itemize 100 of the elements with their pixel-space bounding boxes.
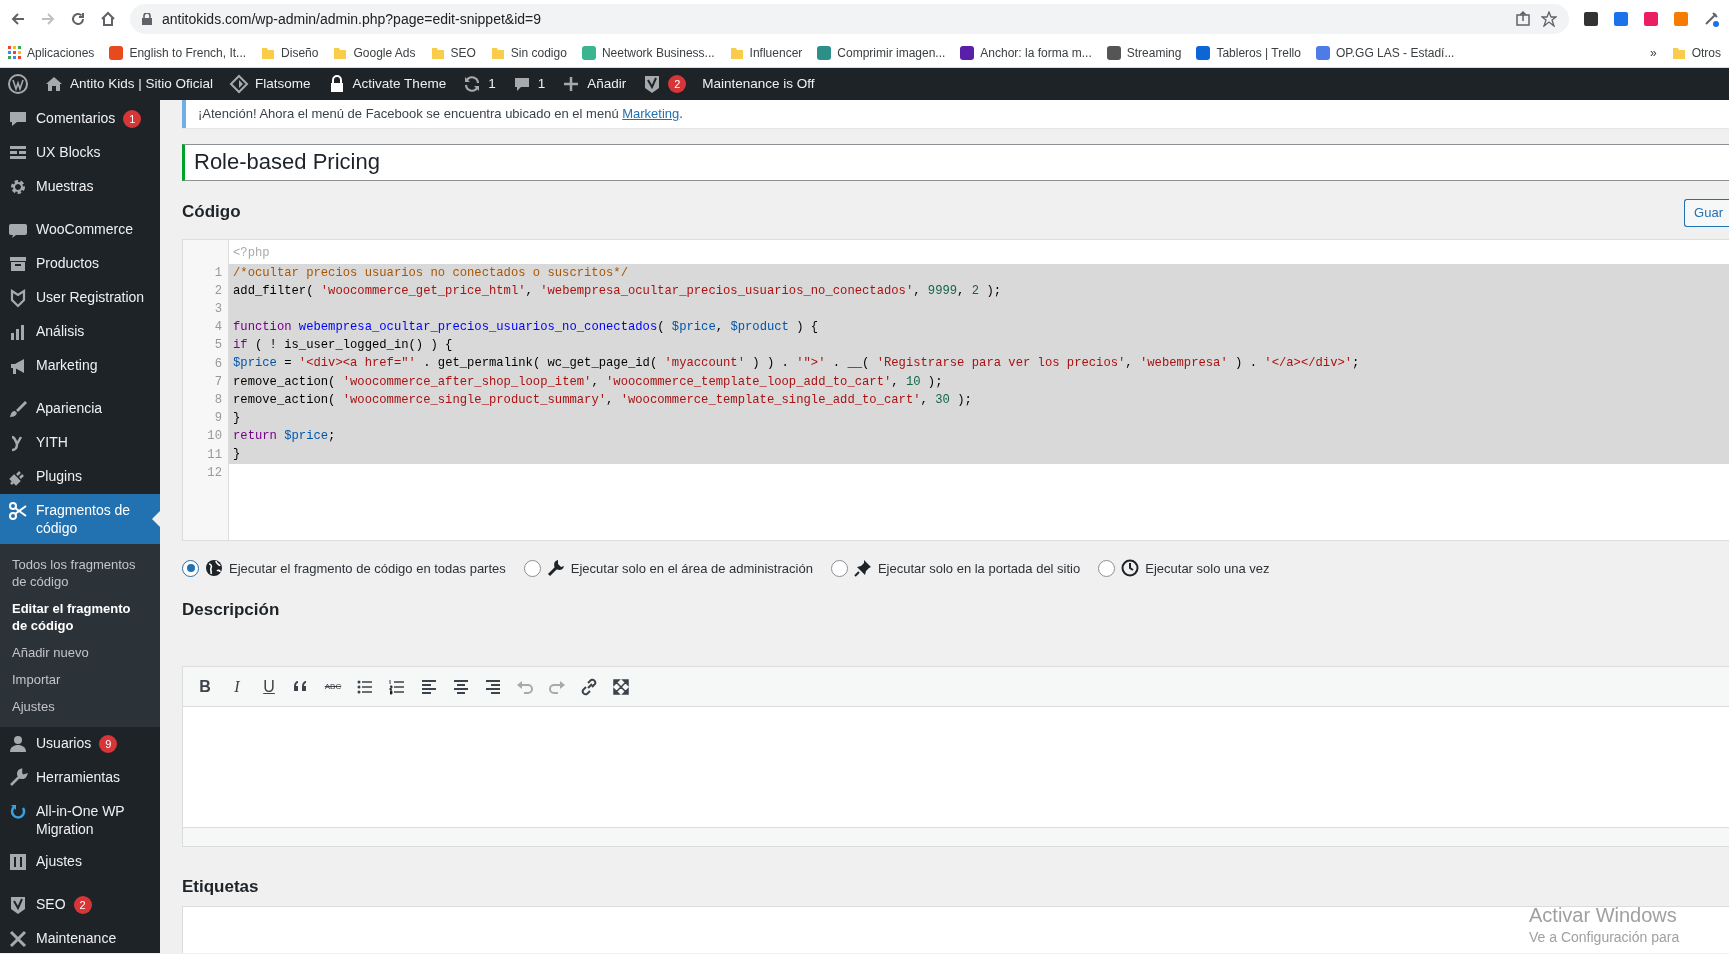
radio-button[interactable] (1098, 559, 1116, 577)
line-number: 4 (213, 319, 223, 337)
admin-bar-item[interactable]: 1 (503, 68, 554, 100)
bookmark[interactable]: Aplicaciones (8, 43, 95, 62)
sidebar-item[interactable]: Análisis (0, 315, 160, 349)
admin-bar-item[interactable]: Flatsome (221, 68, 319, 100)
submenu-item[interactable]: Importar (0, 666, 160, 693)
save-button[interactable]: Guar (1684, 198, 1729, 227)
sidebar-item[interactable]: WooCommerce (0, 213, 160, 247)
sidebar-item[interactable]: Marketing (0, 349, 160, 383)
bookmark[interactable]: Streaming (1106, 43, 1182, 62)
link-icon (580, 677, 598, 696)
toolbar-button[interactable]: ABC (319, 672, 347, 701)
radio-button[interactable] (182, 559, 199, 577)
bookmark[interactable]: SEO (430, 43, 476, 62)
submenu-item[interactable]: Todos los fragmentos de código (0, 551, 160, 595)
sidebar-item[interactable]: Herramientas (0, 761, 160, 795)
sidebar-item[interactable]: User Registration (0, 281, 160, 315)
line-number: 2 (213, 282, 223, 300)
section-heading: Código (182, 202, 241, 223)
admin-bar-item[interactable]: Añadir (553, 68, 635, 100)
apps-grid-icon (8, 46, 21, 59)
toolbar-button[interactable]: B (191, 672, 219, 701)
comment-icon (8, 109, 28, 129)
sidebar-item[interactable]: Muestras (0, 170, 160, 204)
admin-bar-item[interactable]: Activate Theme (318, 68, 455, 100)
folder-icon (261, 45, 276, 60)
admin-bar-item[interactable]: Maintenance is Off (694, 68, 823, 100)
favicon-icon (817, 45, 832, 60)
sidebar-item[interactable]: Fragmentos de código (0, 494, 160, 544)
line-number: 6 (213, 355, 223, 373)
sidebar-item[interactable]: SEO 2 (0, 888, 160, 922)
toolbar-button[interactable]: U (255, 672, 283, 701)
share-icon[interactable] (1515, 11, 1531, 27)
bookmark[interactable]: English to French, It... (109, 43, 247, 62)
sidebar-item[interactable]: Apariencia (0, 392, 160, 426)
radio-label[interactable]: Ejecutar solo una vez (1145, 558, 1270, 578)
favicon-icon (109, 45, 124, 60)
code-editor[interactable] (182, 238, 1729, 541)
sidebar-item[interactable]: Usuarios 9 (0, 727, 160, 761)
folder-icon (490, 45, 505, 60)
radio-button[interactable] (523, 559, 541, 577)
user-icon (8, 734, 28, 754)
submenu-item[interactable]: Editar el fragmento de código (0, 595, 160, 639)
puzzle-icon[interactable] (1703, 11, 1719, 27)
back-icon[interactable] (10, 11, 26, 27)
bookmark[interactable]: Neetwork Business... (581, 43, 715, 62)
submenu-item[interactable]: Ajustes (0, 693, 160, 720)
pushpin-icon (853, 559, 872, 578)
bookmark[interactable]: Tableros | Trello (1196, 43, 1301, 62)
sliders-icon (8, 852, 28, 872)
notice-message: ¡Atención! Ahora el menú de Facebook se encuentra ubicado en el menú Marketing. (182, 100, 1729, 128)
tags-field[interactable] (182, 905, 1729, 953)
admin-bar-item[interactable]: 2 (634, 68, 695, 100)
sidebar-item[interactable]: Ajustes (0, 845, 160, 879)
folder-icon (333, 45, 348, 60)
overflow-chevron[interactable]: » (1649, 43, 1657, 62)
sidebar-item[interactable]: Comentarios 1 (0, 102, 160, 136)
folder-icon (430, 45, 445, 60)
globe-icon (205, 559, 223, 578)
bookmark[interactable]: Otros (1671, 43, 1721, 62)
favicon-icon (1196, 45, 1211, 60)
sidebar-item[interactable]: Productos (0, 247, 160, 281)
radio-button[interactable] (830, 559, 848, 577)
submenu-item[interactable]: Añadir nuevo (0, 639, 160, 666)
align-right-icon (484, 677, 502, 696)
sidebar-item[interactable]: Plugins (0, 460, 160, 494)
bookmark[interactable]: Google Ads (333, 43, 416, 62)
shield-icon (8, 288, 28, 308)
bookmark[interactable]: Diseño (261, 43, 319, 62)
admin-bar-item[interactable]: Antito Kids | Sitio Oficial (36, 68, 222, 100)
wrench-icon (8, 768, 28, 788)
diamond-icon (229, 74, 250, 94)
radio-label[interactable]: Ejecutar el fragmento de código en todas partes (229, 558, 506, 578)
radio-label[interactable]: Ejecutar solo en el área de administración (570, 558, 813, 578)
sidebar-item[interactable]: YITH (0, 426, 160, 460)
title-field[interactable]: Role-based Pricing (182, 143, 1729, 181)
bookmark[interactable]: Sin codigo (490, 43, 567, 62)
reload-icon[interactable] (70, 11, 86, 27)
sidebar-item[interactable]: Maintenance (0, 922, 160, 953)
radio-label[interactable]: Ejecutar solo en la portada del sitio (877, 558, 1081, 578)
toolbar-button[interactable]: I (223, 672, 251, 701)
star-icon[interactable] (1541, 11, 1557, 27)
extension-icon[interactable] (1583, 11, 1599, 27)
bookmark[interactable]: Comprimir imagen... (817, 43, 946, 62)
sidebar-item[interactable]: All-in-One WP Migration (0, 795, 160, 845)
admin-bar-item[interactable]: 1 (454, 68, 504, 100)
line-number: 5 (213, 337, 223, 355)
bookmark[interactable]: Anchor: la forma m... (960, 43, 1092, 62)
bookmark[interactable]: Influencer (729, 43, 803, 62)
sidebar-item[interactable]: UX Blocks (0, 136, 160, 170)
code-line: <?php (232, 244, 271, 262)
wordpress-logo-icon[interactable] (8, 74, 28, 94)
count-badge: 2 (73, 896, 92, 914)
count-badge: 1 (123, 110, 142, 128)
address-bar[interactable]: antitokids.com/wp-admin/admin.php?page=edit-snippet&id=9 (130, 4, 1569, 34)
brush-icon (8, 399, 28, 419)
bookmark[interactable]: OP.GG LAS - Estadí... (1315, 43, 1455, 62)
clock-icon (1121, 559, 1140, 578)
home-icon[interactable] (100, 11, 116, 27)
